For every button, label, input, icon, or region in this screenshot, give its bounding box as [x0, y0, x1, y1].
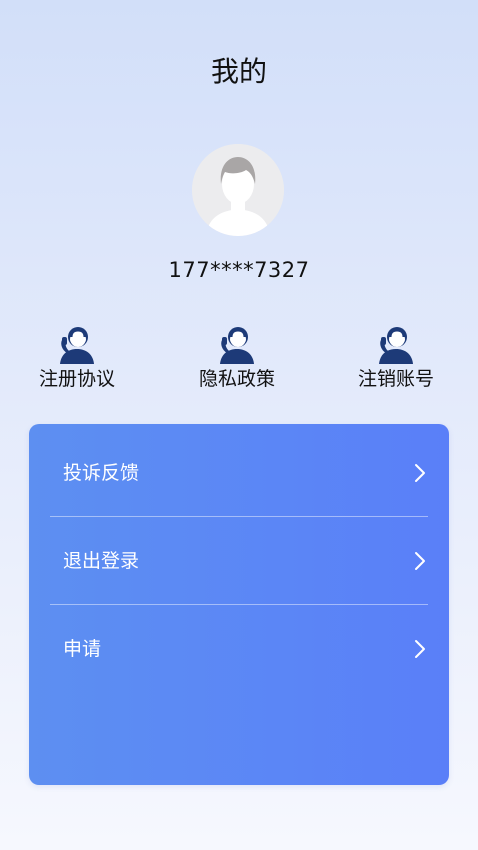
quick-link-privacy-policy[interactable]: 隐私政策	[177, 320, 297, 392]
customer-service-icon	[220, 327, 254, 364]
menu-card: 投诉反馈 退出登录 申请	[29, 424, 449, 785]
menu-item-label: 投诉反馈	[63, 462, 140, 484]
menu-item-label: 退出登录	[63, 550, 140, 572]
phone-number: 177****7327	[168, 258, 310, 282]
quick-link-label: 隐私政策	[198, 368, 275, 390]
customer-service-icon	[60, 327, 94, 364]
quick-link-register-agreement[interactable]: 注册协议	[17, 320, 137, 392]
page-title: 我的	[210, 55, 267, 88]
menu-item-label: 申请	[63, 638, 102, 660]
menu-item-logout[interactable]: 退出登录	[50, 517, 428, 605]
chevron-right-icon	[415, 640, 425, 658]
avatar[interactable]	[192, 144, 284, 236]
menu-item-apply[interactable]: 申请	[50, 605, 428, 693]
chevron-right-icon	[415, 464, 425, 482]
chevron-right-icon	[415, 552, 425, 570]
quick-link-delete-account[interactable]: 注销账号	[336, 320, 456, 392]
menu-item-complaint-feedback[interactable]: 投诉反馈	[50, 429, 428, 517]
customer-service-icon	[379, 327, 413, 364]
quick-link-label: 注册协议	[38, 368, 115, 390]
quick-links: 注册协议 隐私政策 注销账号	[0, 320, 478, 400]
quick-link-label: 注销账号	[357, 368, 434, 390]
default-user-avatar-icon	[192, 144, 284, 236]
